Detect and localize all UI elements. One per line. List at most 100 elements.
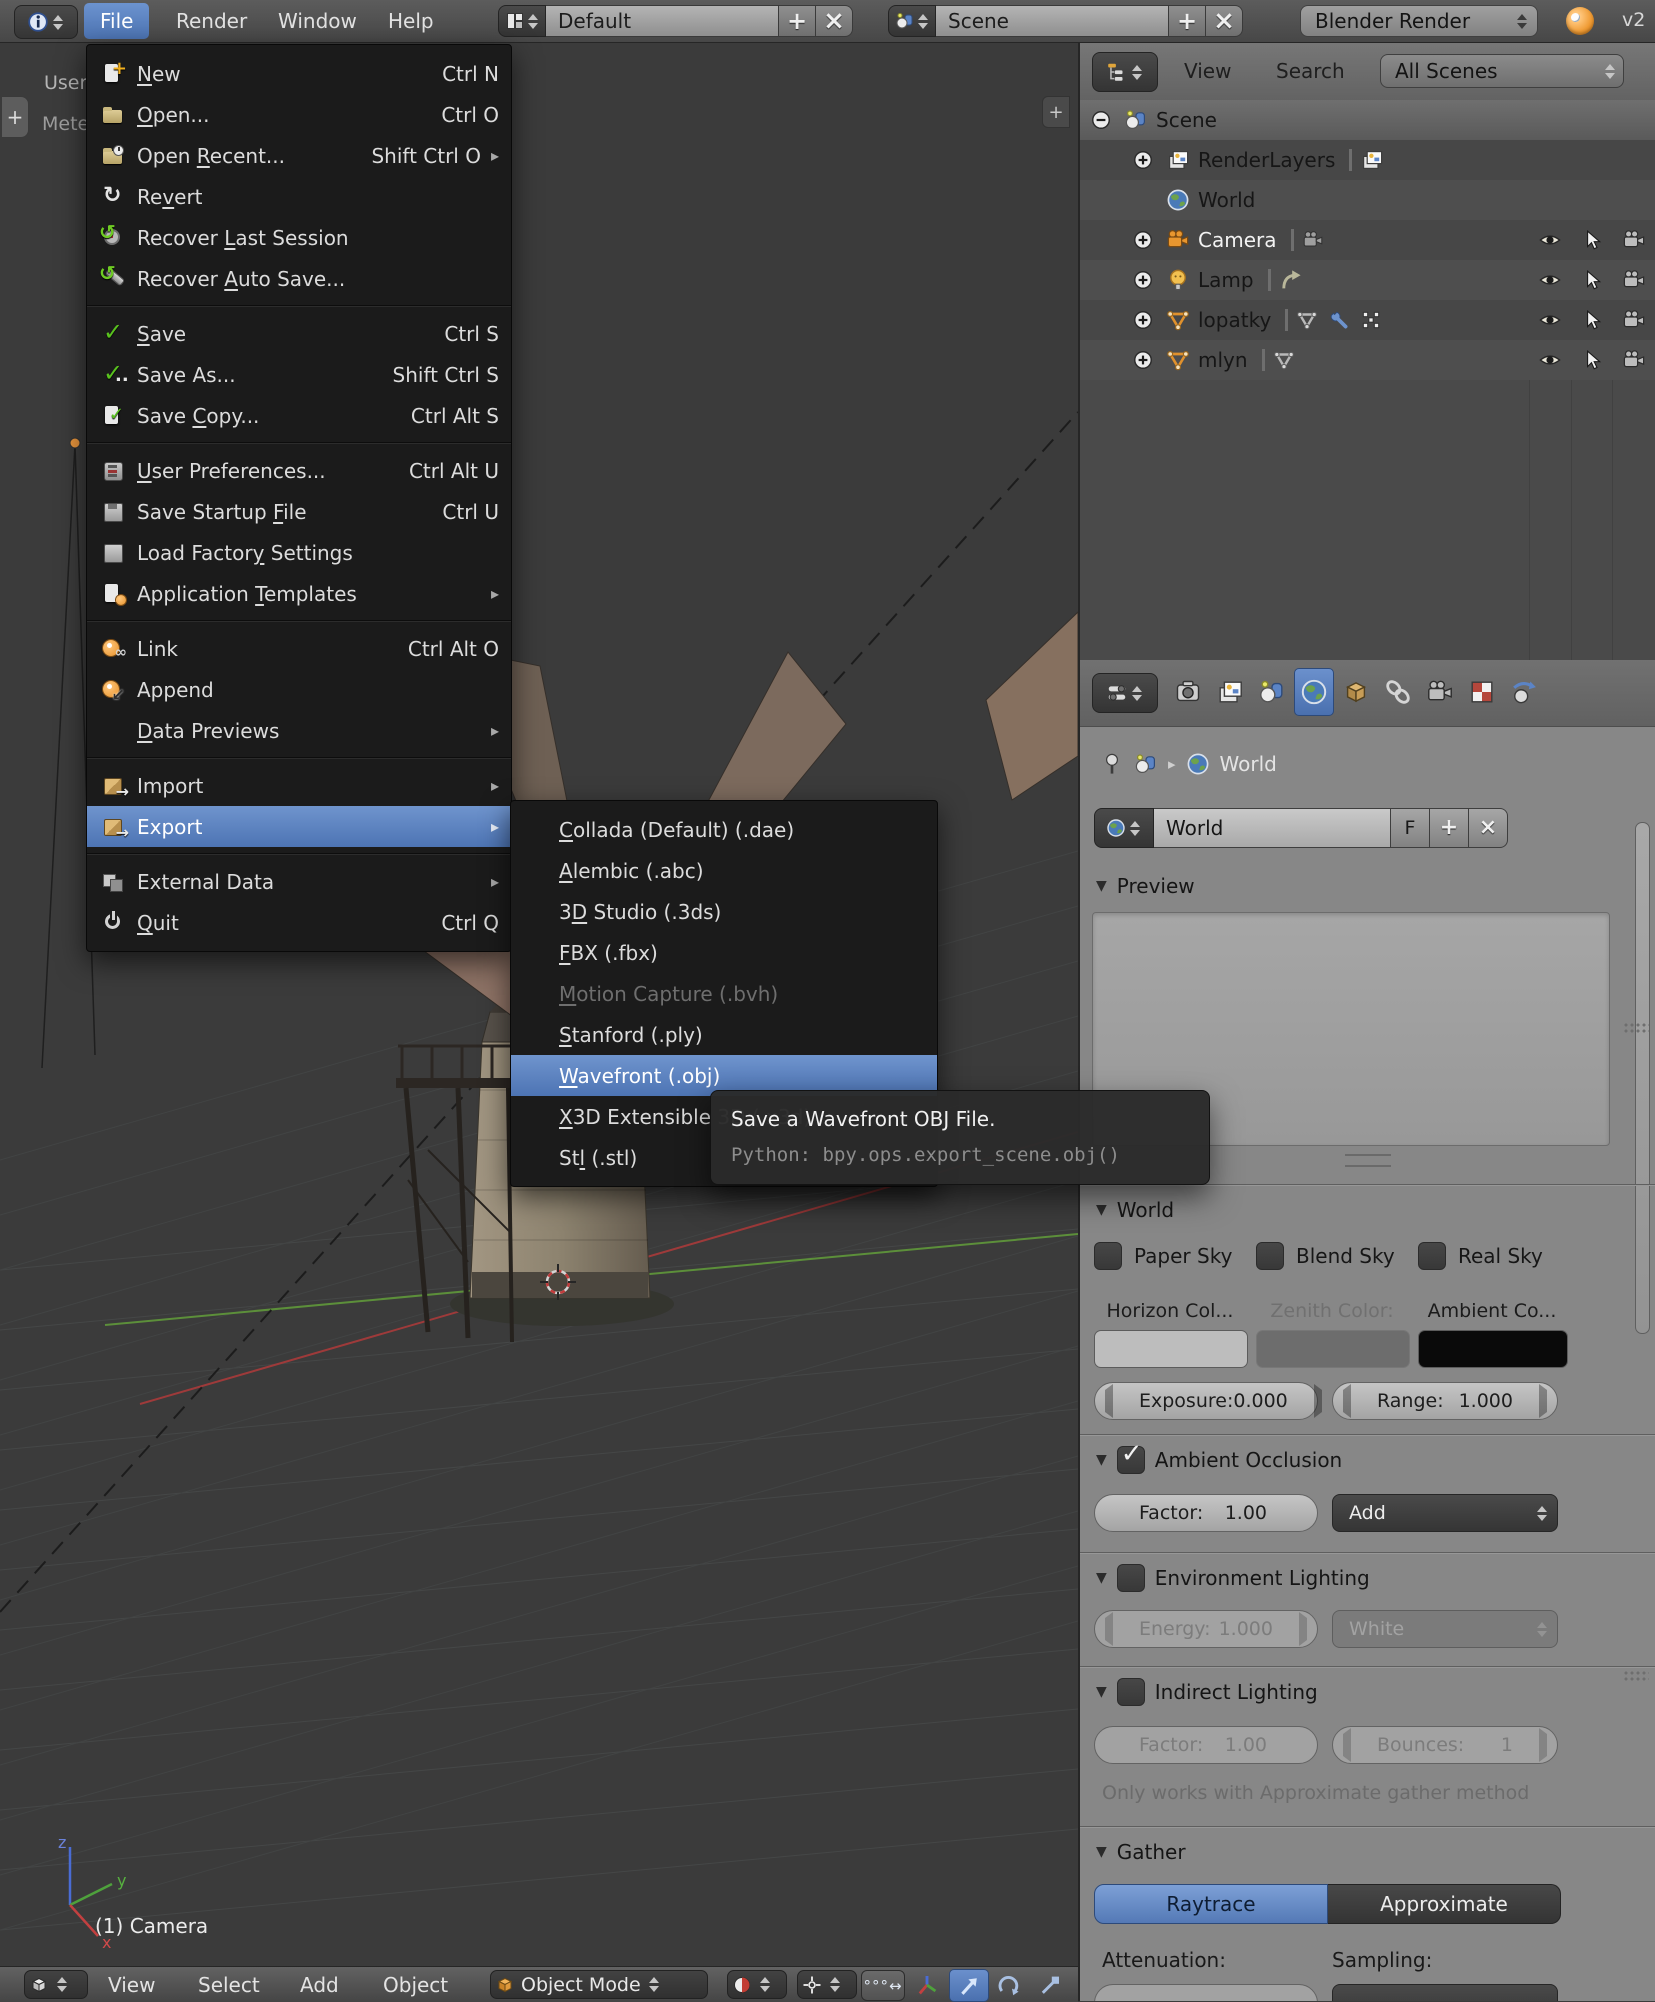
info-editor-type-selector[interactable] <box>14 5 78 39</box>
selectability-cursor-icon[interactable] <box>1588 271 1600 289</box>
interaction-mode-dropdown[interactable]: Object Mode <box>490 1970 708 1999</box>
gather-raytrace-button[interactable]: Raytrace <box>1094 1884 1328 1924</box>
expand-icon[interactable] <box>1135 352 1152 369</box>
ambient-color-swatch[interactable] <box>1418 1330 1568 1368</box>
visibility-eye-icon[interactable] <box>1540 276 1559 284</box>
selectability-cursor-icon[interactable] <box>1588 231 1600 249</box>
render-engine-dropdown[interactable]: Blender Render <box>1300 5 1538 37</box>
expand-icon[interactable] <box>1135 232 1152 249</box>
increment-arrow-icon[interactable] <box>1299 1618 1307 1640</box>
blend-sky-checkbox[interactable]: Blend Sky <box>1256 1242 1408 1270</box>
export-item-motion-capture[interactable]: Motion Capture (.bvh) <box>511 973 937 1014</box>
menu-item-save-copy[interactable]: Save Copy...Ctrl Alt S <box>87 395 511 436</box>
tab-object[interactable] <box>1336 668 1376 716</box>
properties-editor-type-selector[interactable] <box>1092 673 1158 713</box>
collapse-icon[interactable] <box>1093 112 1110 129</box>
selectability-cursor-icon[interactable] <box>1588 311 1600 329</box>
env-color-dropdown[interactable]: White <box>1332 1610 1558 1648</box>
pivot-point-dropdown[interactable] <box>727 1970 787 1999</box>
menu-item-import[interactable]: Import▸ <box>87 765 511 806</box>
menu-item-open-recent[interactable]: Open Recent...Shift Ctrl O▸ <box>87 135 511 176</box>
expand-icon[interactable] <box>1135 152 1152 169</box>
outliner-row-lopatky[interactable]: lopatky <box>1080 300 1655 340</box>
panel-collapse-icon[interactable]: ▼ <box>1096 1684 1107 1700</box>
fake-user-button[interactable]: F <box>1391 808 1430 848</box>
viewport-menu-view[interactable]: View <box>108 1967 155 2002</box>
menu-item-recover-auto-save[interactable]: Recover Auto Save... <box>87 258 511 299</box>
menu-item-load-factory-settings[interactable]: Load Factory Settings <box>87 532 511 573</box>
snap-element-dropdown[interactable] <box>797 1970 857 1999</box>
scene-name-field[interactable]: Scene <box>936 5 1169 37</box>
menu-item-append[interactable]: ↙Append <box>87 669 511 710</box>
menu-item-data-previews[interactable]: Data Previews▸ <box>87 710 511 751</box>
decrement-arrow-icon[interactable] <box>1343 1734 1351 1756</box>
menu-item-application-templates[interactable]: Application Templates▸ <box>87 573 511 614</box>
manipulator-translate-toggle[interactable] <box>949 1969 989 2002</box>
viewport-menu-add[interactable]: Add <box>300 1967 339 2002</box>
decrement-arrow-icon[interactable] <box>1105 1390 1113 1412</box>
properties-shelf-expand-tab[interactable]: + <box>1042 96 1070 128</box>
manipulator-rotate-toggle[interactable] <box>990 1969 1028 2000</box>
visibility-eye-icon[interactable] <box>1540 316 1559 324</box>
gather-approximate-button[interactable]: Approximate <box>1328 1884 1561 1924</box>
menu-item-quit[interactable]: QuitCtrl Q <box>87 902 511 943</box>
manipulator-axes-toggle[interactable] <box>908 1969 946 2000</box>
panel-collapse-icon[interactable]: ▼ <box>1096 1570 1107 1586</box>
outliner-display-filter-dropdown[interactable]: All Scenes <box>1380 54 1624 88</box>
indirect-lighting-checkbox[interactable] <box>1117 1678 1145 1706</box>
world-add-button[interactable] <box>1430 808 1469 848</box>
renderability-camera-icon[interactable] <box>1624 311 1643 327</box>
checkbox-icon[interactable] <box>1094 1242 1122 1270</box>
panel-ambient-occlusion-header[interactable]: ▼ Ambient Occlusion <box>1080 1442 1655 1478</box>
horizon-color-swatch[interactable] <box>1094 1330 1248 1368</box>
tab-physics[interactable] <box>1504 668 1544 716</box>
paper-sky-checkbox[interactable]: Paper Sky <box>1094 1242 1246 1270</box>
menu-item-link[interactable]: ∞LinkCtrl Alt O <box>87 628 511 669</box>
zenith-color-swatch[interactable] <box>1256 1330 1410 1368</box>
outliner-search-menu[interactable]: Search <box>1276 42 1345 100</box>
scene-browse-button[interactable] <box>888 5 936 37</box>
world-name-field[interactable]: World <box>1154 808 1391 848</box>
outliner-row-world[interactable]: World <box>1080 180 1655 220</box>
panel-collapse-icon[interactable]: ▼ <box>1096 1202 1107 1218</box>
world-unlink-button[interactable] <box>1469 808 1508 848</box>
panel-gather-header[interactable]: ▼ Gather <box>1080 1834 1655 1870</box>
decrement-arrow-icon[interactable] <box>1105 1618 1113 1640</box>
tab-object-data[interactable] <box>1420 668 1460 716</box>
export-item-stanford[interactable]: Stanford (.ply) <box>511 1014 937 1055</box>
scene-add-button[interactable] <box>1169 5 1206 37</box>
real-sky-checkbox[interactable]: Real Sky <box>1418 1242 1566 1270</box>
decrement-arrow-icon[interactable] <box>1343 1390 1351 1412</box>
menu-item-save[interactable]: SaveCtrl S <box>87 313 511 354</box>
screen-layout-name-field[interactable]: Default <box>546 5 779 37</box>
renderability-camera-icon[interactable] <box>1624 231 1643 247</box>
export-item-fbx[interactable]: FBX (.fbx) <box>511 932 937 973</box>
preview-resize-grip[interactable] <box>1345 1154 1391 1167</box>
menu-item-external-data[interactable]: External Data▸ <box>87 861 511 902</box>
outliner-view-menu[interactable]: View <box>1184 42 1231 100</box>
tab-scene[interactable] <box>1252 668 1292 716</box>
panel-collapse-icon[interactable]: ▼ <box>1096 878 1107 894</box>
viewport-menu-object[interactable]: Object <box>383 1967 448 2002</box>
export-item-collada[interactable]: Collada (Default) (.dae) <box>511 809 937 850</box>
selectability-cursor-icon[interactable] <box>1588 351 1600 369</box>
tab-world[interactable] <box>1294 668 1334 716</box>
ambient-occlusion-checkbox[interactable] <box>1117 1446 1145 1474</box>
environment-lighting-checkbox[interactable] <box>1117 1564 1145 1592</box>
exposure-slider[interactable]: Exposure:0.000 <box>1094 1382 1318 1420</box>
panel-collapse-icon[interactable]: ▼ <box>1096 1452 1107 1468</box>
menu-item-user-preferences[interactable]: User Preferences...Ctrl Alt U <box>87 450 511 491</box>
expand-icon[interactable] <box>1135 272 1152 289</box>
panel-world-header[interactable]: ▼ World <box>1080 1192 1655 1228</box>
outliner-row-mlyn[interactable]: mlyn <box>1080 340 1655 380</box>
export-item-3d-studio[interactable]: 3D Studio (.3ds) <box>511 891 937 932</box>
outliner-row-lamp[interactable]: Lamp <box>1080 260 1655 300</box>
pin-icon[interactable] <box>1107 754 1118 773</box>
menu-item-save-as[interactable]: Save As...Shift Ctrl S <box>87 354 511 395</box>
increment-arrow-icon[interactable] <box>1539 1390 1547 1412</box>
menu-help[interactable]: Help <box>372 3 450 39</box>
menu-file[interactable]: File <box>84 3 149 39</box>
viewport-menu-select[interactable]: Select <box>198 1967 260 2002</box>
panel-grip-icon[interactable] <box>1623 1022 1649 1034</box>
renderability-camera-icon[interactable] <box>1624 351 1643 367</box>
